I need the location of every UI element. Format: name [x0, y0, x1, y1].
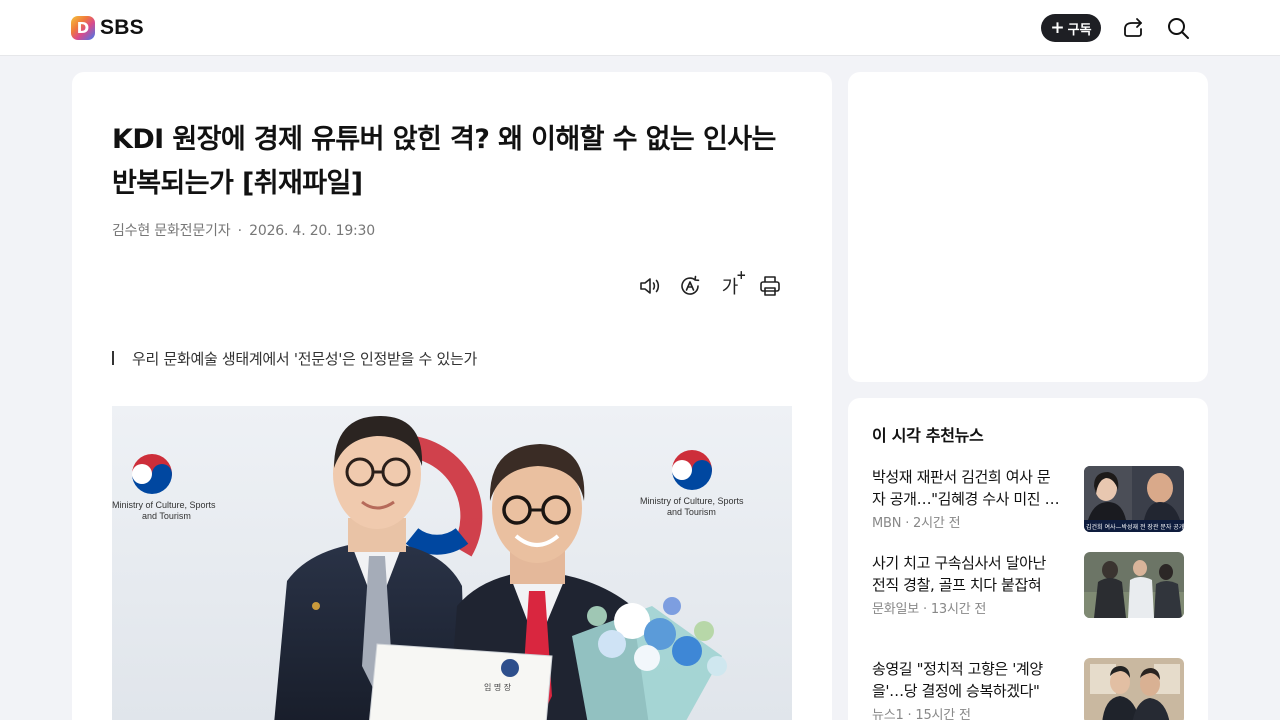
news-item-meta: 뉴스1 · 15시간 전: [872, 708, 971, 720]
news-item[interactable]: 박성재 재판서 김건희 여사 문자 공개…"김혜경 수사 미진 … MBN · …: [872, 466, 1184, 532]
svg-text:김건희 여사—박성재 전 장관 문자 공개: 김건희 여사—박성재 전 장관 문자 공개: [1086, 523, 1184, 531]
svg-text:Ministry of Culture, Sports: Ministry of Culture, Sports: [640, 496, 744, 506]
share-icon[interactable]: [1121, 16, 1145, 40]
news-item-meta: MBN · 2시간 전: [872, 516, 961, 531]
svg-text:and Tourism: and Tourism: [667, 507, 716, 517]
logo-text: SBS: [100, 16, 144, 39]
ad-slot: [848, 72, 1208, 382]
plus-icon: +: [1050, 17, 1065, 38]
svg-text:Ministry of Culture, Sports: Ministry of Culture, Sports: [112, 500, 216, 510]
print-icon[interactable]: [758, 274, 782, 298]
logo[interactable]: D SBS: [71, 16, 144, 40]
font-size-label: 가 +: [721, 268, 747, 298]
article-subhead: 우리 문화예술 생태계에서 '전문성'은 인정받을 수 있는가: [112, 348, 477, 369]
svg-text:and Tourism: and Tourism: [142, 511, 191, 521]
article-card: KDI 원장에 경제 유튜버 앉힌 격? 왜 이해할 수 없는 인사는 반복되는…: [72, 72, 832, 720]
recommended-news-panel: 이 시각 추천뉴스 박성재 재판서 김건희 여사 문자 공개…"김혜경 수사 미…: [848, 398, 1208, 720]
certificate: 임 명 장: [369, 643, 553, 720]
news-item-thumbnail: 김건희 여사—박성재 전 장관 문자 공개: [1084, 466, 1184, 532]
translate-icon[interactable]: [678, 274, 702, 298]
speaker-icon[interactable]: [638, 274, 662, 298]
news-item[interactable]: 송영길 "정치적 고향은 '계양을'…당 결정에 승복하겠다" 뉴스1 · 15…: [872, 658, 1184, 720]
news-item-thumbnail: [1084, 552, 1184, 618]
article-photo[interactable]: Ministry of Culture, Sports and Tourism …: [112, 406, 792, 720]
top-bar: D SBS + 구독: [0, 0, 1280, 56]
svg-text:임 명 장: 임 명 장: [484, 682, 512, 692]
search-icon[interactable]: [1166, 16, 1190, 40]
author-name[interactable]: 김수현 문화전문기자: [112, 223, 231, 239]
news-item-meta: 문화일보 · 13시간 전: [872, 602, 987, 617]
news-item-title: 박성재 재판서 김건희 여사 문자 공개…"김혜경 수사 미진 …: [872, 468, 1060, 508]
subscribe-button[interactable]: + 구독: [1041, 14, 1101, 42]
font-plus-icon: +: [736, 268, 747, 282]
logo-mark: D: [71, 16, 95, 40]
byline-separator: ·: [237, 223, 242, 239]
logo-letter: D: [76, 18, 90, 37]
byline: 김수현 문화전문기자 · 2026. 4. 20. 19:30: [112, 220, 375, 240]
publish-datetime: 2026. 4. 20. 19:30: [249, 223, 375, 239]
article-tools: 가 +: [638, 268, 782, 298]
article-headline: KDI 원장에 경제 유튜버 앉힌 격? 왜 이해할 수 없는 인사는 반복되는…: [112, 124, 776, 199]
news-item-thumbnail: [1084, 658, 1184, 720]
news-item-title: 송영길 "정치적 고향은 '계양을'…당 결정에 승복하겠다": [872, 660, 1043, 700]
news-item-title: 사기 치고 구속심사서 달아난 전직 경찰, 골프 치다 붙잡혀: [872, 554, 1046, 594]
recommended-news-title: 이 시각 추천뉴스: [872, 426, 984, 445]
font-size-button[interactable]: 가 +: [718, 268, 747, 298]
news-item[interactable]: 사기 치고 구속심사서 달아난 전직 경찰, 골프 치다 붙잡혀 문화일보 · …: [872, 552, 1184, 618]
subscribe-label: 구독: [1067, 22, 1092, 38]
